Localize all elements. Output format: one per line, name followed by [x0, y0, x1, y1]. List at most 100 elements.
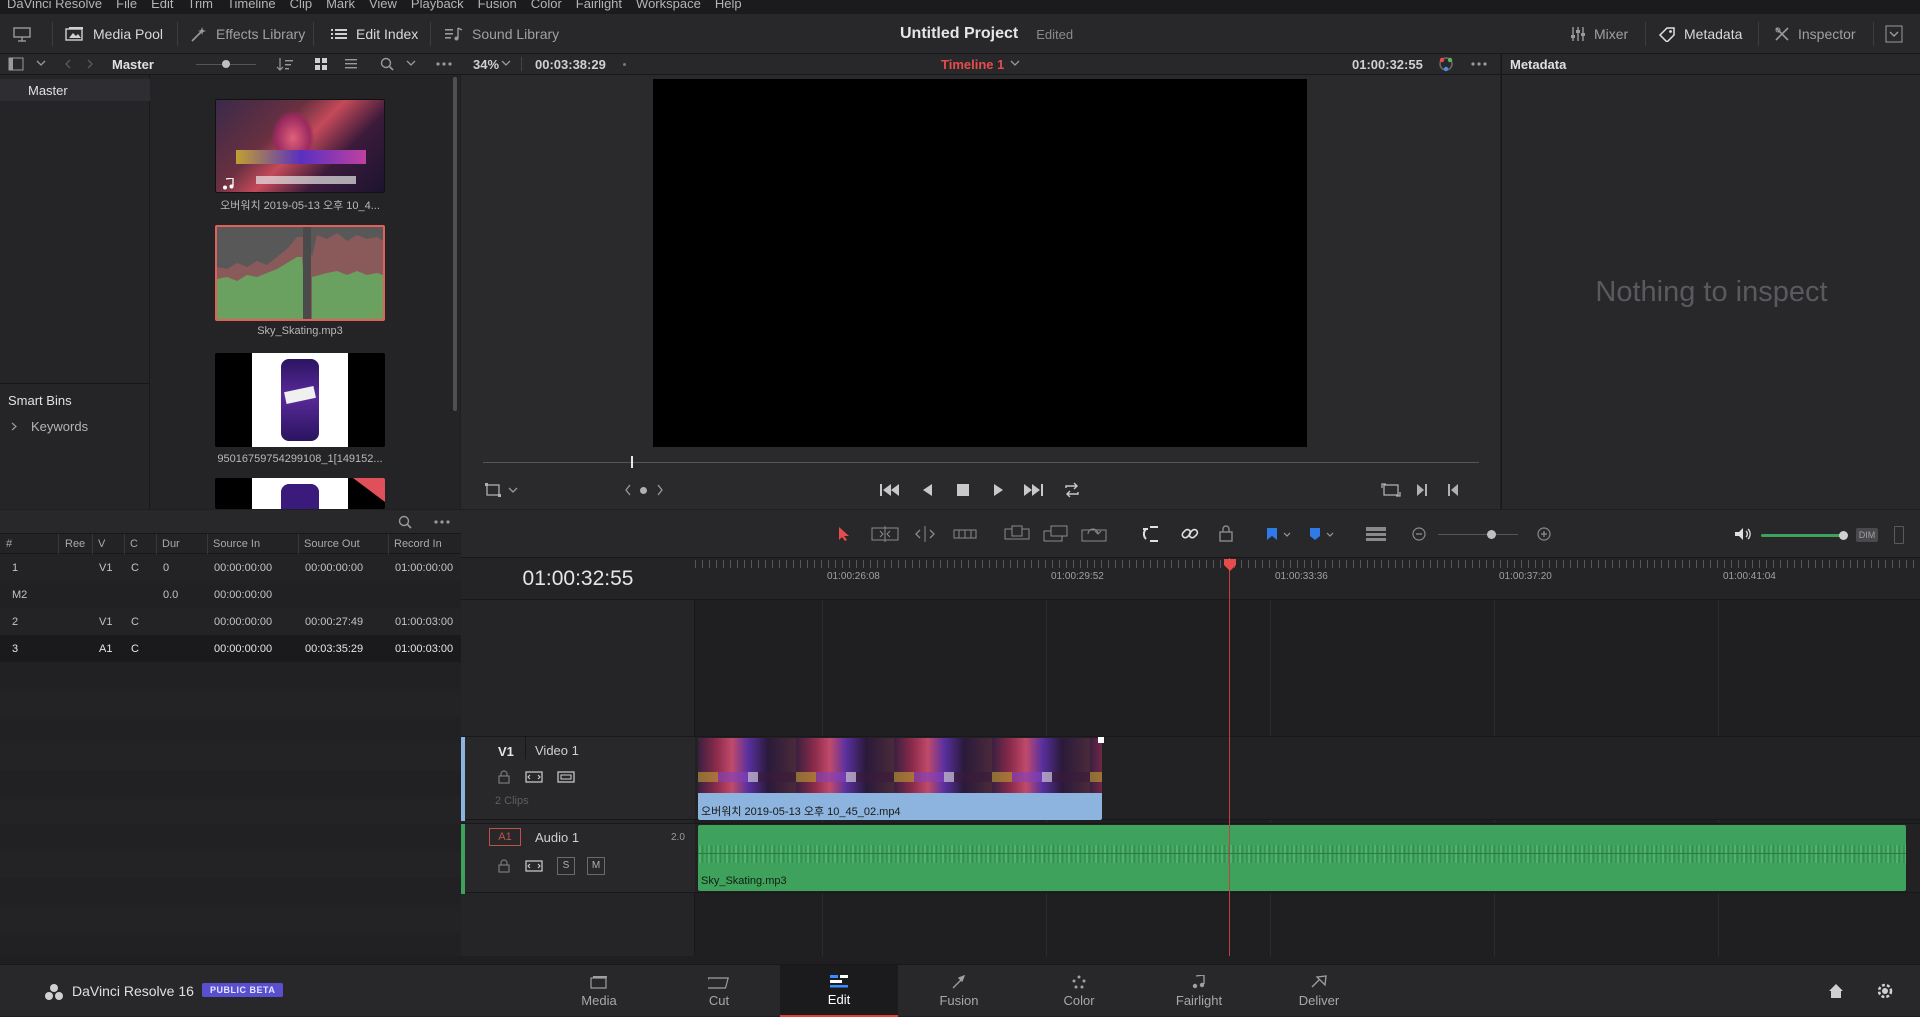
link-icon[interactable]	[1180, 525, 1200, 543]
menu-color[interactable]: Color	[531, 0, 562, 11]
selection-tool-icon[interactable]	[837, 526, 851, 542]
metadata-button[interactable]: Metadata	[1658, 14, 1742, 54]
jog-left-icon[interactable]	[624, 484, 632, 496]
page-tab-deliver[interactable]: Deliver	[1260, 965, 1378, 1017]
jog-right-icon[interactable]	[656, 484, 664, 496]
audio-clip[interactable]: Sky_Skating.mp3	[698, 825, 1906, 891]
jog-wheel[interactable]	[640, 487, 647, 494]
home-icon[interactable]	[1828, 983, 1844, 999]
menu-clip[interactable]: Clip	[290, 0, 312, 11]
menu-help[interactable]: Help	[715, 0, 742, 11]
match-frame-icon[interactable]	[1381, 483, 1401, 497]
stop-icon[interactable]	[956, 483, 970, 497]
chevron-down-icon[interactable]	[406, 60, 416, 68]
replace-clip-icon[interactable]	[1081, 525, 1109, 543]
snapping-icon[interactable]	[1142, 525, 1162, 543]
menu-timeline[interactable]: Timeline	[227, 0, 276, 11]
playhead-marker-icon[interactable]	[1223, 558, 1237, 572]
chevron-down-icon[interactable]	[36, 60, 46, 68]
page-tab-media[interactable]: Media	[540, 965, 658, 1017]
menu-trim[interactable]: Trim	[188, 0, 214, 11]
menu-file[interactable]: File	[116, 0, 137, 11]
nav-forward-icon[interactable]	[86, 59, 94, 69]
mixer-button[interactable]: Mixer	[1570, 14, 1628, 54]
sound-library-button[interactable]: Sound Library	[444, 14, 559, 54]
menu-playback[interactable]: Playback	[411, 0, 464, 11]
meter-toggle[interactable]	[1894, 526, 1904, 544]
layout-toggle-button[interactable]	[12, 14, 32, 54]
trim-tool-icon[interactable]	[871, 526, 899, 542]
smart-bin-keywords[interactable]: Keywords	[0, 415, 150, 437]
search-icon[interactable]	[380, 57, 394, 71]
chevron-down-icon[interactable]	[501, 60, 511, 68]
next-edit-icon[interactable]	[1416, 483, 1428, 497]
track-name[interactable]: Audio 1	[535, 830, 579, 845]
nav-back-icon[interactable]	[64, 59, 72, 69]
more-options-icon[interactable]	[1471, 62, 1487, 66]
page-tab-fusion[interactable]: Fusion	[900, 965, 1018, 1017]
chevron-down-icon[interactable]	[1010, 60, 1020, 68]
clip-thumbnail-video[interactable]	[215, 99, 385, 193]
viewer-playhead[interactable]	[631, 456, 633, 468]
zoom-in-icon[interactable]	[1537, 527, 1551, 541]
go-to-start-icon[interactable]	[880, 483, 900, 497]
column-header[interactable]: V	[98, 538, 105, 550]
play-icon[interactable]	[993, 483, 1005, 497]
menu-fusion[interactable]: Fusion	[478, 0, 517, 11]
position-lock-icon[interactable]	[1218, 525, 1234, 543]
overwrite-clip-icon[interactable]	[1043, 525, 1069, 543]
table-row-selected[interactable]: 3 A1 C 00:00:00:00 00:03:35:29 01:00:03:…	[0, 635, 461, 662]
effects-library-button[interactable]: Effects Library	[190, 14, 305, 54]
table-row[interactable]: 1 V1 C 0 00:00:00:00 00:00:00:00 01:00:0…	[0, 554, 461, 581]
column-header[interactable]: Record In	[394, 538, 442, 550]
viewer-zoom[interactable]: 34%	[473, 57, 499, 72]
menu-mark[interactable]: Mark	[326, 0, 355, 11]
timeline-zoom-handle[interactable]	[1487, 530, 1496, 539]
clip-thumbnail-image[interactable]	[215, 353, 385, 447]
list-view-icon[interactable]	[344, 57, 358, 71]
blade-tool-icon[interactable]	[953, 527, 977, 541]
lock-icon[interactable]	[498, 859, 510, 873]
clip-end-handle[interactable]	[1098, 737, 1104, 743]
mute-button[interactable]: M	[587, 857, 605, 875]
master-volume-slider[interactable]	[1761, 534, 1842, 537]
sidebar-toggle-icon[interactable]	[8, 57, 24, 71]
previous-edit-icon[interactable]	[1447, 483, 1459, 497]
table-row[interactable]: 2 V1 C 00:00:00:00 00:00:27:49 01:00:03:…	[0, 608, 461, 635]
insert-clip-icon[interactable]	[1004, 525, 1030, 543]
column-header[interactable]: Ree	[65, 538, 85, 550]
chevron-down-icon[interactable]	[508, 487, 518, 495]
table-row[interactable]: M2 0.0 00:00:00:00	[0, 581, 461, 608]
auto-select-icon[interactable]	[525, 860, 543, 872]
track-id[interactable]: A1	[489, 828, 521, 846]
column-header[interactable]: Source In	[213, 538, 260, 550]
clip-thumbnail-audio[interactable]	[215, 225, 385, 321]
sort-icon[interactable]	[276, 57, 294, 71]
solo-button[interactable]: S	[557, 857, 575, 875]
dynamic-trim-icon[interactable]	[913, 526, 937, 542]
bin-item-master[interactable]: Master	[0, 79, 150, 101]
marker-icon[interactable]	[1309, 527, 1321, 541]
transform-icon[interactable]	[485, 483, 501, 497]
volume-icon[interactable]	[1734, 527, 1754, 541]
viewer-screen[interactable]	[653, 79, 1307, 447]
column-header[interactable]: C	[130, 538, 138, 550]
page-tab-color[interactable]: Color	[1020, 965, 1138, 1017]
timeline-area[interactable]: 01:00:26:08 01:00:29:52 01:00:33:36 01:0…	[695, 558, 1920, 956]
column-header[interactable]: Dur	[162, 538, 180, 550]
master-volume-handle[interactable]	[1839, 531, 1848, 540]
column-header[interactable]: #	[6, 538, 12, 550]
grid-view-icon[interactable]	[314, 57, 328, 71]
page-tab-cut[interactable]: Cut	[660, 965, 778, 1017]
search-icon[interactable]	[398, 515, 412, 529]
edit-index-button[interactable]: Edit Index	[330, 14, 418, 54]
flag-icon[interactable]	[1266, 527, 1278, 541]
page-tab-fairlight[interactable]: Fairlight	[1140, 965, 1258, 1017]
track-visibility-icon[interactable]	[557, 771, 575, 783]
menu-workspace[interactable]: Workspace	[636, 0, 701, 11]
play-reverse-icon[interactable]	[921, 483, 933, 497]
loop-icon[interactable]	[1063, 482, 1081, 498]
menu-edit[interactable]: Edit	[151, 0, 173, 11]
dim-button[interactable]: DIM	[1856, 528, 1878, 542]
timeline-name[interactable]: Timeline 1	[941, 57, 1004, 72]
